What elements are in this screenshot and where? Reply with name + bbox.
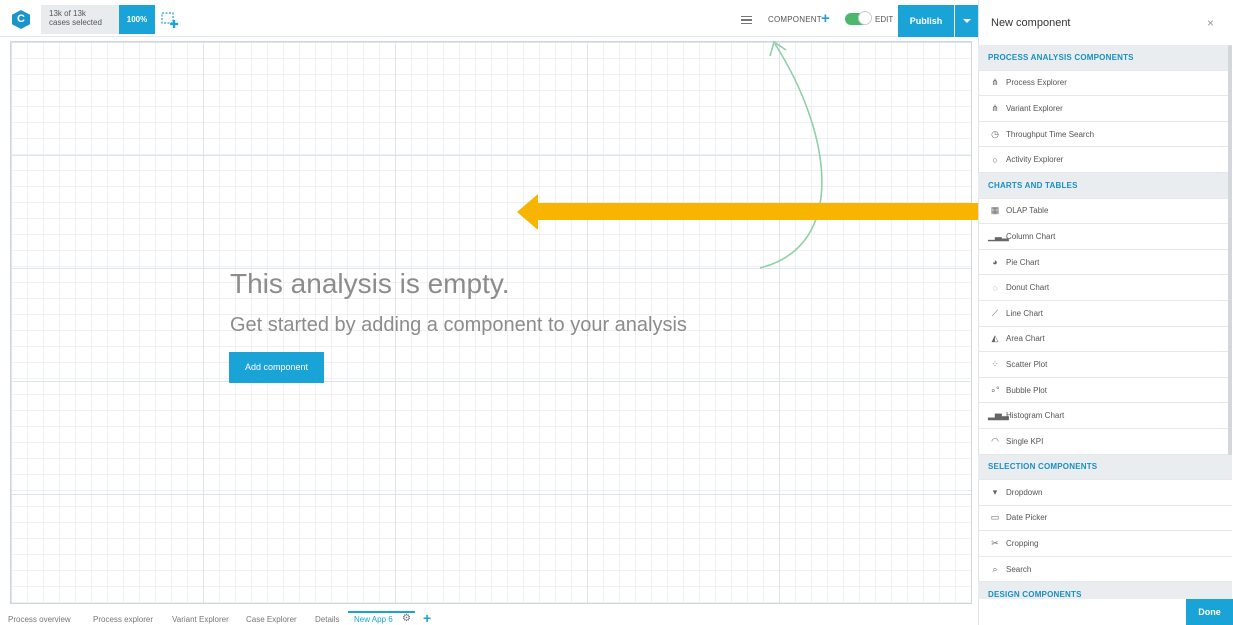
section-header: DESIGN COMPONENTS (978, 582, 1232, 599)
component-item-area-chart[interactable]: ◭ Area Chart (978, 327, 1232, 353)
calendar-icon: ▭ (990, 512, 1000, 523)
section-header-label: CHARTS AND TABLES (988, 180, 1078, 190)
component-item-label: Line Chart (1006, 308, 1043, 318)
component-item-label: Throughput Time Search (1006, 129, 1095, 139)
panel-scrollbar[interactable] (1228, 45, 1232, 455)
section-header-label: PROCESS ANALYSIS COMPONENTS (988, 52, 1134, 62)
tab-process-overview[interactable]: Process overview (8, 615, 71, 624)
tab-new-app-6[interactable]: New App 6 (354, 615, 393, 624)
section-header: CHARTS AND TABLES (978, 172, 1232, 199)
component-item-donut-chart[interactable]: ◌ Donut Chart (978, 275, 1232, 301)
component-item-search[interactable]: ⌕ Search (978, 557, 1232, 583)
scissors-icon: ✂ (991, 538, 999, 549)
component-item-label: Scatter Plot (1006, 359, 1048, 369)
clock-icon: ◷ (991, 128, 999, 139)
search-icon: ⌕ (992, 563, 998, 574)
component-item-label: Dropdown (1006, 487, 1043, 497)
selection-percentage-badge[interactable]: 100% (119, 5, 155, 34)
component-item-pie-chart[interactable]: ◕ Pie Chart (978, 250, 1232, 276)
component-item-label: Process Explorer (1006, 78, 1067, 88)
component-item-activity-explorer[interactable]: ○ Activity Explorer (978, 147, 1232, 173)
donut-chart-icon: ◌ (992, 282, 998, 293)
component-item-date-picker[interactable]: ▭ Date Picker (978, 506, 1232, 532)
component-list: PROCESS ANALYSIS COMPONENTS ⋔ Process Expl… (978, 45, 1232, 599)
component-item-single-kpi[interactable]: ◠ Single KPI (978, 429, 1232, 455)
empty-state-subtitle: Get started by adding a component to you… (230, 314, 687, 336)
bubble-plot-icon: ∘° (990, 384, 1000, 395)
component-item-olap-table[interactable]: ▦ OLAP Table (978, 199, 1232, 225)
component-item-histogram-chart[interactable]: ▂▅▃ Histogram Chart (978, 403, 1232, 429)
tab-case-explorer[interactable]: Case Explorer (246, 615, 297, 624)
section-header: SELECTION COMPONENTS (978, 454, 1232, 481)
component-item-variant-explorer[interactable]: ⋔ Variant Explorer (978, 96, 1232, 122)
component-item-throughput-time-search[interactable]: ◷ Throughput Time Search (978, 122, 1232, 148)
cases-selected-label: cases selected (49, 18, 102, 27)
top-toolbar: C 13k of 13k cases selected 100% COMPONE… (0, 0, 978, 37)
component-item-label: Single KPI (1006, 436, 1044, 446)
empty-state-title: This analysis is empty. (230, 268, 510, 299)
panel-title: New component (991, 17, 1071, 29)
cases-count: 13k of 13k (49, 9, 86, 18)
component-item-label: Pie Chart (1006, 257, 1040, 267)
histogram-icon: ▂▅▃ (988, 410, 1009, 421)
component-item-label: Search (1006, 564, 1032, 574)
circle-icon: ○ (992, 154, 998, 165)
tab-process-explorer[interactable]: Process explorer (93, 615, 153, 624)
component-item-bubble-plot[interactable]: ∘° Bubble Plot (978, 378, 1232, 404)
done-button[interactable]: Done (1186, 599, 1233, 625)
tab-variant-explorer[interactable]: Variant Explorer (172, 615, 229, 624)
tab-details[interactable]: Details (315, 615, 339, 624)
dropdown-icon: ▾ (992, 486, 998, 497)
gauge-icon: ◠ (991, 435, 999, 446)
edit-label: EDIT (875, 15, 894, 24)
add-component-button[interactable]: Add component (229, 352, 324, 383)
table-icon: ▦ (990, 205, 1000, 216)
hierarchy-icon: ⋔ (991, 102, 999, 113)
column-chart-icon: ▁▃▂ (988, 230, 1009, 241)
component-item-dropdown[interactable]: ▾ Dropdown (978, 480, 1232, 506)
menu-icon[interactable] (741, 16, 752, 24)
pie-chart-icon: ◕ (992, 257, 998, 268)
case-selection-summary[interactable]: 13k of 13k cases selected (41, 5, 119, 34)
publish-dropdown-button[interactable] (955, 5, 978, 37)
component-item-label: Date Picker (1006, 513, 1048, 523)
area-chart-icon: ◭ (991, 333, 999, 344)
component-item-cropping[interactable]: ✂ Cropping (978, 531, 1232, 557)
page-tabs: Process overview Process explorer Varian… (0, 607, 978, 625)
gear-icon[interactable]: ⚙ (402, 613, 411, 624)
add-selection-icon[interactable] (161, 12, 179, 29)
component-item-label: Histogram Chart (1006, 411, 1065, 421)
component-item-label: Donut Chart (1006, 283, 1050, 293)
component-item-label: Activity Explorer (1006, 155, 1064, 165)
component-item-label: Column Chart (1006, 231, 1056, 241)
line-chart-icon: ⟋ (991, 307, 999, 318)
component-item-label: Cropping (1006, 539, 1039, 549)
add-component-plus-icon[interactable]: + (821, 10, 830, 27)
publish-button[interactable]: Publish (898, 5, 954, 37)
section-header: PROCESS ANALYSIS COMPONENTS (978, 45, 1232, 71)
component-item-column-chart[interactable]: ▁▃▂ Column Chart (978, 224, 1232, 250)
component-item-label: OLAP Table (1006, 206, 1049, 216)
scatter-plot-icon: ⁘ (991, 358, 999, 369)
edit-toggle-knob[interactable] (858, 11, 872, 25)
section-header-label: SELECTION COMPONENTS (988, 462, 1098, 472)
component-item-line-chart[interactable]: ⟋ Line Chart (978, 301, 1232, 327)
component-item-label: Bubble Plot (1006, 385, 1047, 395)
component-item-label: Variant Explorer (1006, 103, 1063, 113)
component-item-scatter-plot[interactable]: ⁘ Scatter Plot (978, 352, 1232, 378)
close-icon[interactable]: × (1207, 16, 1214, 30)
component-item-label: Area Chart (1006, 334, 1045, 344)
component-item-process-explorer[interactable]: ⋔ Process Explorer (978, 71, 1232, 97)
section-header-label: DESIGN COMPONENTS (988, 590, 1082, 599)
hierarchy-icon: ⋔ (991, 77, 999, 88)
add-tab-plus-icon[interactable]: + (423, 610, 431, 625)
component-menu-label[interactable]: COMPONENT (768, 15, 822, 24)
logo-icon[interactable]: C (12, 10, 30, 29)
